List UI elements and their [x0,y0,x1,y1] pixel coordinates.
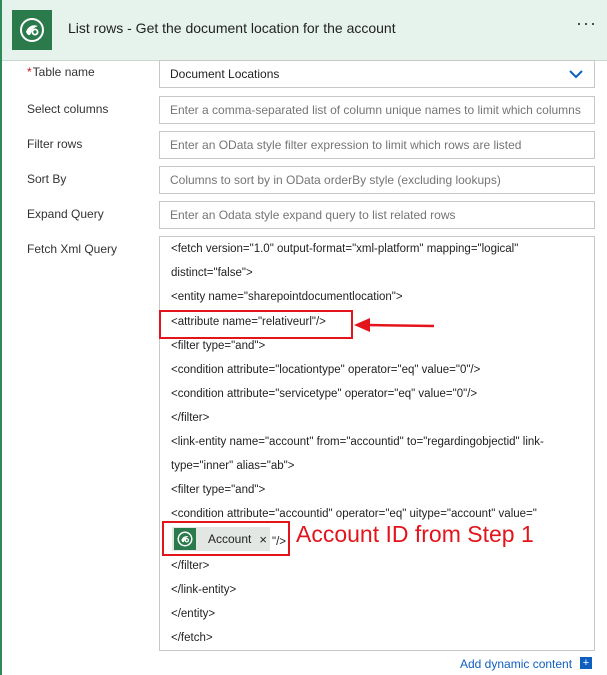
highlight-box [159,310,353,339]
arrow-icon [354,318,435,332]
xml-line: <condition attribute="servicetype" opera… [171,388,478,400]
xml-line: </fetch> [171,632,213,644]
plus-icon[interactable]: + [580,657,592,669]
filter-rows-label: Filter rows [27,137,83,151]
xml-line: <condition attribute="locationtype" oper… [171,364,481,376]
xml-line: </link-entity> [171,584,237,596]
xml-line: </entity> [171,608,216,620]
table-name-label: *Table name [27,65,95,79]
chevron-down-icon[interactable] [568,68,584,80]
xml-line: </filter> [171,560,210,572]
select-columns-input[interactable]: Enter a comma-separated list of column u… [159,96,595,124]
expand-query-input[interactable]: Enter an Odata style expand query to lis… [159,201,595,229]
sort-by-input[interactable]: Columns to sort by in OData orderBy styl… [159,166,595,194]
required-marker: * [27,65,32,79]
xml-line: <fetch version="1.0" output-format="xml-… [171,243,519,255]
dataverse-logo [12,10,52,50]
xml-line: <filter type="and"> [171,340,266,352]
table-name-dropdown[interactable]: Document Locations [159,60,595,88]
action-title: List rows - Get the document location fo… [68,20,396,36]
ellipsis-icon[interactable]: ··· [576,13,597,34]
dataverse-icon [20,18,44,42]
filter-rows-input[interactable]: Enter an OData style filter expression t… [159,131,595,159]
xml-line: type="inner" alias="ab"> [171,460,295,472]
xml-line: </filter> [171,412,210,424]
expand-query-label: Expand Query [27,207,104,221]
add-dynamic-content-link[interactable]: Add dynamic content [460,657,572,671]
sort-by-label: Sort By [27,172,67,186]
xml-line: <entity name="sharepointdocumentlocation… [171,291,403,303]
select-columns-label: Select columns [27,102,109,116]
action-header[interactable]: List rows - Get the document location fo… [2,0,607,61]
fetch-xml-label: Fetch Xml Query [27,242,118,256]
annotation-text: Account ID from Step 1 [296,521,534,547]
xml-line: <link-entity name="account" from="accoun… [171,436,544,448]
xml-line: <condition attribute="accountid" operato… [171,508,537,520]
table-name-value: Document Locations [170,67,280,81]
table-name-label-text: Table name [32,65,95,79]
xml-line: distinct="false"> [171,267,253,279]
action-card: List rows - Get the document location fo… [0,0,607,675]
xml-line: <filter type="and"> [171,484,266,496]
highlight-box [162,521,290,556]
